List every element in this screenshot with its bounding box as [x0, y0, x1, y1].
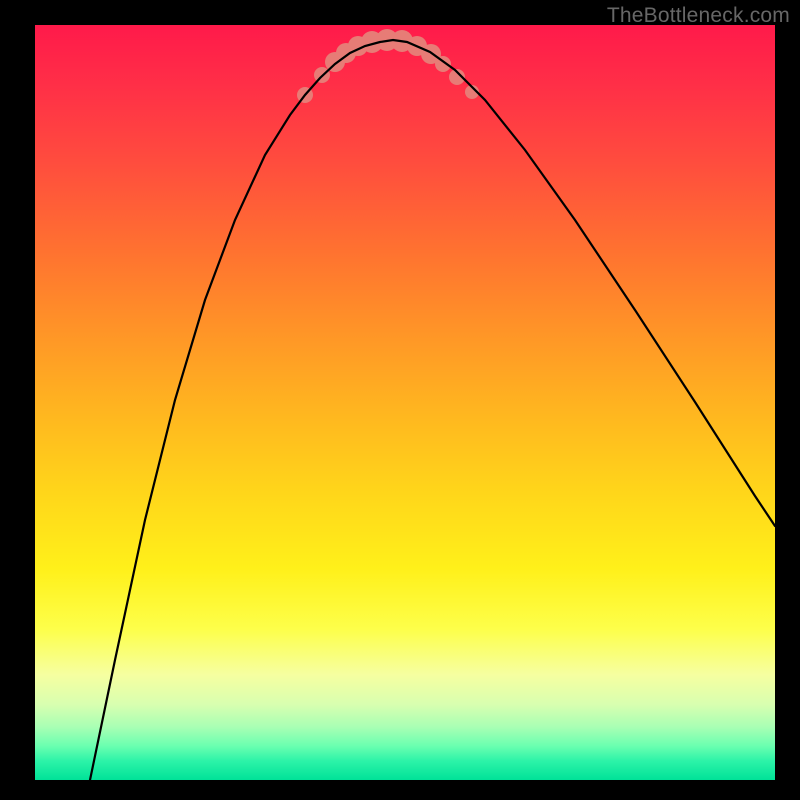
watermark-text: TheBottleneck.com [607, 4, 790, 28]
chart-svg [35, 25, 775, 780]
outer-frame: TheBottleneck.com [0, 0, 800, 800]
bottleneck-curve [90, 40, 775, 780]
